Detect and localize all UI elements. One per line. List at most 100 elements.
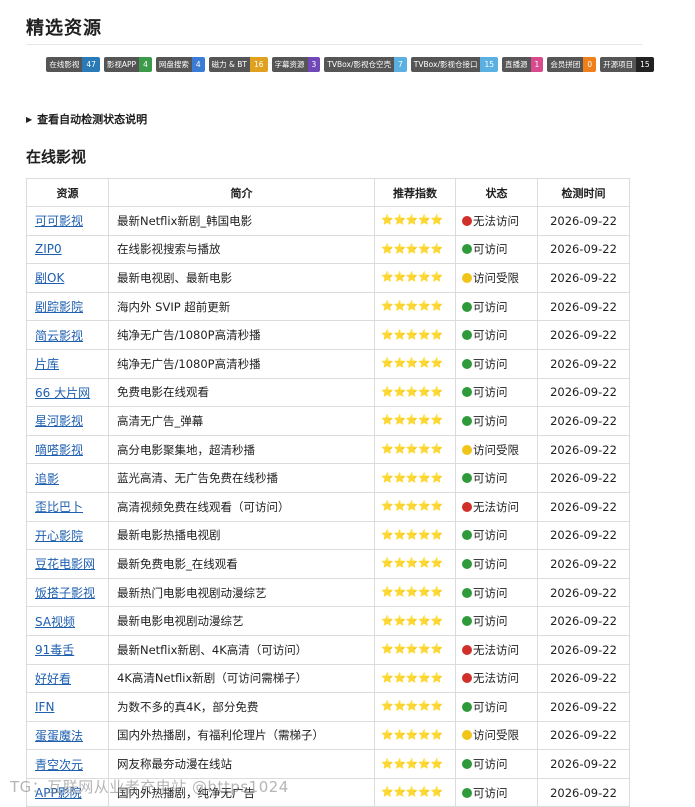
- status-cell: 无法访问: [455, 206, 538, 236]
- resource-link[interactable]: 剧OK: [35, 271, 64, 285]
- status-text: 无法访问: [473, 671, 519, 686]
- checked-date: 2026-09-22: [537, 720, 630, 751]
- rating-stars: ⭐⭐⭐⭐⭐: [374, 406, 456, 436]
- status-cell: 可访问: [455, 549, 538, 579]
- resource-link[interactable]: SA视频: [35, 615, 75, 629]
- resource-description: 4K高清Netflix新剧（可访问需梯子）: [108, 663, 375, 694]
- resource-link[interactable]: 91毒舌: [35, 643, 74, 657]
- table-row: 嘀嗒影视 高分电影聚集地，超清秒播 ⭐⭐⭐⭐⭐ 访问受限 2026-09-22: [26, 434, 630, 465]
- checked-date: 2026-09-22: [537, 606, 630, 636]
- resource-name-cell: 片库: [26, 348, 109, 379]
- title-divider: [26, 44, 642, 45]
- rating-stars: ⭐⭐⭐⭐⭐: [374, 720, 456, 751]
- rating-stars: ⭐⭐⭐⭐⭐: [374, 263, 456, 293]
- resource-link[interactable]: 歪比巴卜: [35, 500, 83, 514]
- status-dot-icon: [462, 787, 472, 798]
- category-tag[interactable]: 字幕资源 3: [271, 57, 321, 72]
- resource-name-cell: 追影: [26, 463, 109, 493]
- category-tag-count: 0: [583, 57, 597, 72]
- resource-description: 最新Netflix新剧、4K高清（可访问）: [108, 634, 375, 665]
- category-tag[interactable]: TVBox/影视仓接口 15: [410, 57, 499, 72]
- status-cell: 访问受限: [455, 720, 538, 751]
- table-row: 青空次元 网友称最夯动漫在线站 ⭐⭐⭐⭐⭐ 可访问 2026-09-22: [26, 749, 630, 779]
- resource-link[interactable]: 星河影视: [35, 414, 83, 428]
- rating-stars: ⭐⭐⭐⭐⭐: [374, 634, 456, 665]
- category-tag-count: 47: [82, 57, 100, 72]
- category-tag-count: 1: [530, 57, 544, 72]
- category-tag-count: 3: [307, 57, 321, 72]
- resource-name-cell: IFN: [26, 692, 109, 722]
- category-tag[interactable]: 网盘搜索 4: [155, 57, 205, 72]
- status-explanation-toggle[interactable]: ▶ 查看自动检测状态说明: [26, 111, 147, 127]
- category-tag[interactable]: 开源项目 15: [600, 57, 654, 72]
- category-tag[interactable]: 会员拼团 0: [547, 57, 597, 72]
- resource-link[interactable]: 66 大片网: [35, 386, 90, 400]
- status-text: 可访问: [473, 585, 508, 600]
- resource-link[interactable]: 剧踪影院: [35, 300, 83, 314]
- resource-name-cell: SA视频: [26, 606, 109, 636]
- resource-link[interactable]: 开心影院: [35, 529, 83, 543]
- checked-date: 2026-09-22: [537, 577, 630, 608]
- resource-link[interactable]: 蛋蛋魔法: [35, 729, 83, 743]
- resource-link[interactable]: 嘀嗒影视: [35, 443, 83, 457]
- status-dot-icon: [462, 530, 472, 541]
- status-dot-icon: [462, 415, 472, 426]
- table-row: 剧踪影院 海内外 SVIP 超前更新 ⭐⭐⭐⭐⭐ 可访问 2026-09-22: [26, 291, 630, 322]
- category-tag[interactable]: 在线影视 47: [46, 57, 100, 72]
- status-text: 无法访问: [473, 213, 519, 228]
- status-text: 可访问: [473, 528, 508, 543]
- resource-name-cell: 91毒舌: [26, 634, 109, 665]
- resource-name-cell: 好好看: [26, 663, 109, 694]
- status-cell: 可访问: [455, 520, 538, 551]
- header-desc: 简介: [108, 178, 375, 207]
- resource-link[interactable]: 片库: [35, 357, 59, 371]
- category-tag[interactable]: 影视APP 4: [103, 57, 152, 72]
- category-tag[interactable]: 磁力 & BT 16: [208, 57, 268, 72]
- resource-name-cell: 66 大片网: [26, 377, 109, 408]
- resource-link[interactable]: 饭搭子影视: [35, 586, 95, 600]
- resource-link[interactable]: 青空次元: [35, 758, 83, 772]
- resource-description: 最新免费电影_在线观看: [108, 549, 375, 579]
- table-row: IFN 为数不多的真4K，部分免费 ⭐⭐⭐⭐⭐ 可访问 2026-09-22: [26, 692, 630, 722]
- resource-link[interactable]: 简云影视: [35, 329, 83, 343]
- rating-stars: ⭐⭐⭐⭐⭐: [374, 491, 456, 522]
- table-row: 饭搭子影视 最新热门电影电视剧动漫综艺 ⭐⭐⭐⭐⭐ 可访问 2026-09-22: [26, 577, 630, 608]
- checked-date: 2026-09-22: [537, 406, 630, 436]
- resource-name-cell: 可可影视: [26, 206, 109, 236]
- resource-link[interactable]: 可可影视: [35, 214, 83, 228]
- watermark: TG：互联网从业者充电站 @https1024: [10, 778, 289, 796]
- rating-stars: ⭐⭐⭐⭐⭐: [374, 577, 456, 608]
- resource-description: 免费电影在线观看: [108, 377, 375, 408]
- resource-link[interactable]: ZIP0: [35, 242, 62, 256]
- rating-stars: ⭐⭐⭐⭐⭐: [374, 463, 456, 493]
- table-row: 剧OK 最新电视剧、最新电影 ⭐⭐⭐⭐⭐ 访问受限 2026-09-22: [26, 263, 630, 293]
- resource-link[interactable]: IFN: [35, 700, 54, 714]
- resource-description: 最新Netflix新剧_韩国电影: [108, 206, 375, 236]
- status-cell: 可访问: [455, 320, 538, 350]
- status-text: 可访问: [473, 785, 508, 800]
- table-row: 蛋蛋魔法 国内外热播剧，有福利伦理片（需梯子） ⭐⭐⭐⭐⭐ 访问受限 2026-09-2…: [26, 720, 630, 751]
- status-text: 可访问: [473, 299, 508, 314]
- rating-stars: ⭐⭐⭐⭐⭐: [374, 606, 456, 636]
- checked-date: 2026-09-22: [537, 491, 630, 522]
- resource-link[interactable]: 豆花电影网: [35, 557, 95, 571]
- status-text: 可访问: [473, 556, 508, 571]
- category-tag[interactable]: TVBox/影视仓空壳 7: [324, 57, 407, 72]
- resource-description: 最新电影热播电视剧: [108, 520, 375, 551]
- rating-stars: ⭐⭐⭐⭐⭐: [374, 291, 456, 322]
- resource-name-cell: ZIP0: [26, 234, 109, 265]
- table-row: 歪比巴卜 高清视频免费在线观看（可访问） ⭐⭐⭐⭐⭐ 无法访问 2026-09-22: [26, 491, 630, 522]
- resource-description: 为数不多的真4K，部分免费: [108, 692, 375, 722]
- resource-link[interactable]: 好好看: [35, 672, 71, 686]
- table-row: 开心影院 最新电影热播电视剧 ⭐⭐⭐⭐⭐ 可访问 2026-09-22: [26, 520, 630, 551]
- table-row: 66 大片网 免费电影在线观看 ⭐⭐⭐⭐⭐ 可访问 2026-09-22: [26, 377, 630, 408]
- status-dot-icon: [462, 244, 472, 255]
- status-text: 访问受限: [473, 442, 519, 457]
- status-text: 可访问: [473, 757, 508, 772]
- checked-date: 2026-09-22: [537, 749, 630, 779]
- status-dot-icon: [462, 387, 472, 398]
- category-tag[interactable]: 直播源 1: [502, 57, 544, 72]
- rating-stars: ⭐⭐⭐⭐⭐: [374, 377, 456, 408]
- resource-link[interactable]: 追影: [35, 472, 59, 486]
- table-row: 简云影视 纯净无广告/1080P高清秒播 ⭐⭐⭐⭐⭐ 可访问 2026-09-22: [26, 320, 630, 350]
